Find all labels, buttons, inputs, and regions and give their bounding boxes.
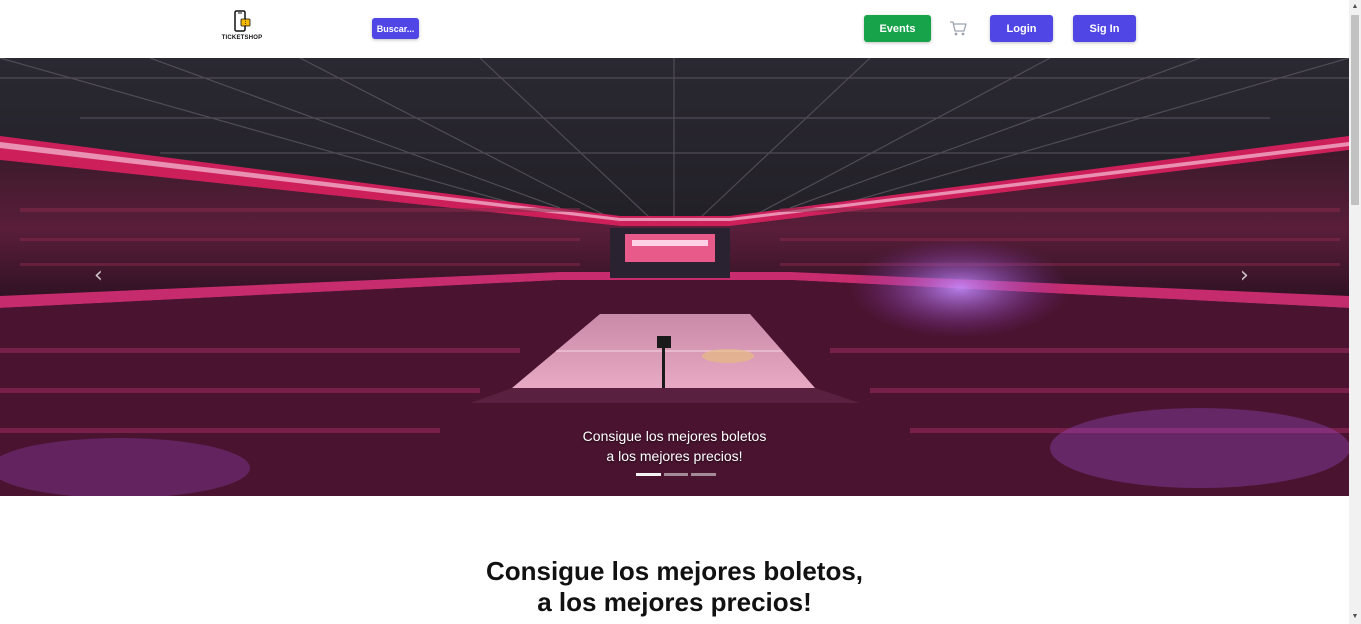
carousel-indicator-3[interactable] — [691, 473, 717, 476]
hero-carousel: ‹ › Consigue los mejores boletos a los m… — [0, 58, 1349, 496]
ticketshop-logo[interactable]: TICKETSHOP — [220, 10, 264, 46]
login-button[interactable]: Login — [990, 15, 1053, 42]
page-scrollbar[interactable]: ▲ ▼ — [1349, 0, 1361, 624]
headline-line2: a los mejores precios! — [537, 587, 812, 617]
hero-caption: Consigue los mejores boletos a los mejor… — [0, 426, 1349, 466]
events-button[interactable]: Events — [864, 15, 931, 42]
carousel-indicator-1[interactable] — [636, 473, 661, 476]
hero-caption-line2: a los mejores precios! — [606, 448, 743, 464]
carousel-indicator-2[interactable] — [663, 473, 689, 476]
signin-button[interactable]: Sig In — [1073, 15, 1136, 42]
phone-ticket-logo-icon — [234, 10, 251, 32]
headline-line1: Consigue los mejores boletos, — [485, 556, 864, 586]
scroll-down-arrow-icon[interactable]: ▼ — [1349, 610, 1361, 624]
logo-text: TICKETSHOP — [221, 35, 263, 41]
search-button[interactable]: Buscar... — [372, 18, 419, 39]
scroll-thumb[interactable] — [1351, 15, 1359, 205]
shopping-cart-icon[interactable] — [949, 20, 967, 37]
carousel-indicators — [636, 473, 717, 477]
main-headline: Consigue los mejores boletos, a los mejo… — [0, 556, 1349, 618]
carousel-next-arrow[interactable]: › — [1240, 263, 1249, 288]
carousel-prev-arrow[interactable]: ‹ — [94, 263, 103, 288]
scroll-up-arrow-icon[interactable]: ▲ — [1349, 0, 1361, 14]
navbar: TICKETSHOP Buscar... Events Login Sig In — [0, 0, 1349, 58]
hero-caption-line1: Consigue los mejores boletos — [582, 428, 767, 444]
